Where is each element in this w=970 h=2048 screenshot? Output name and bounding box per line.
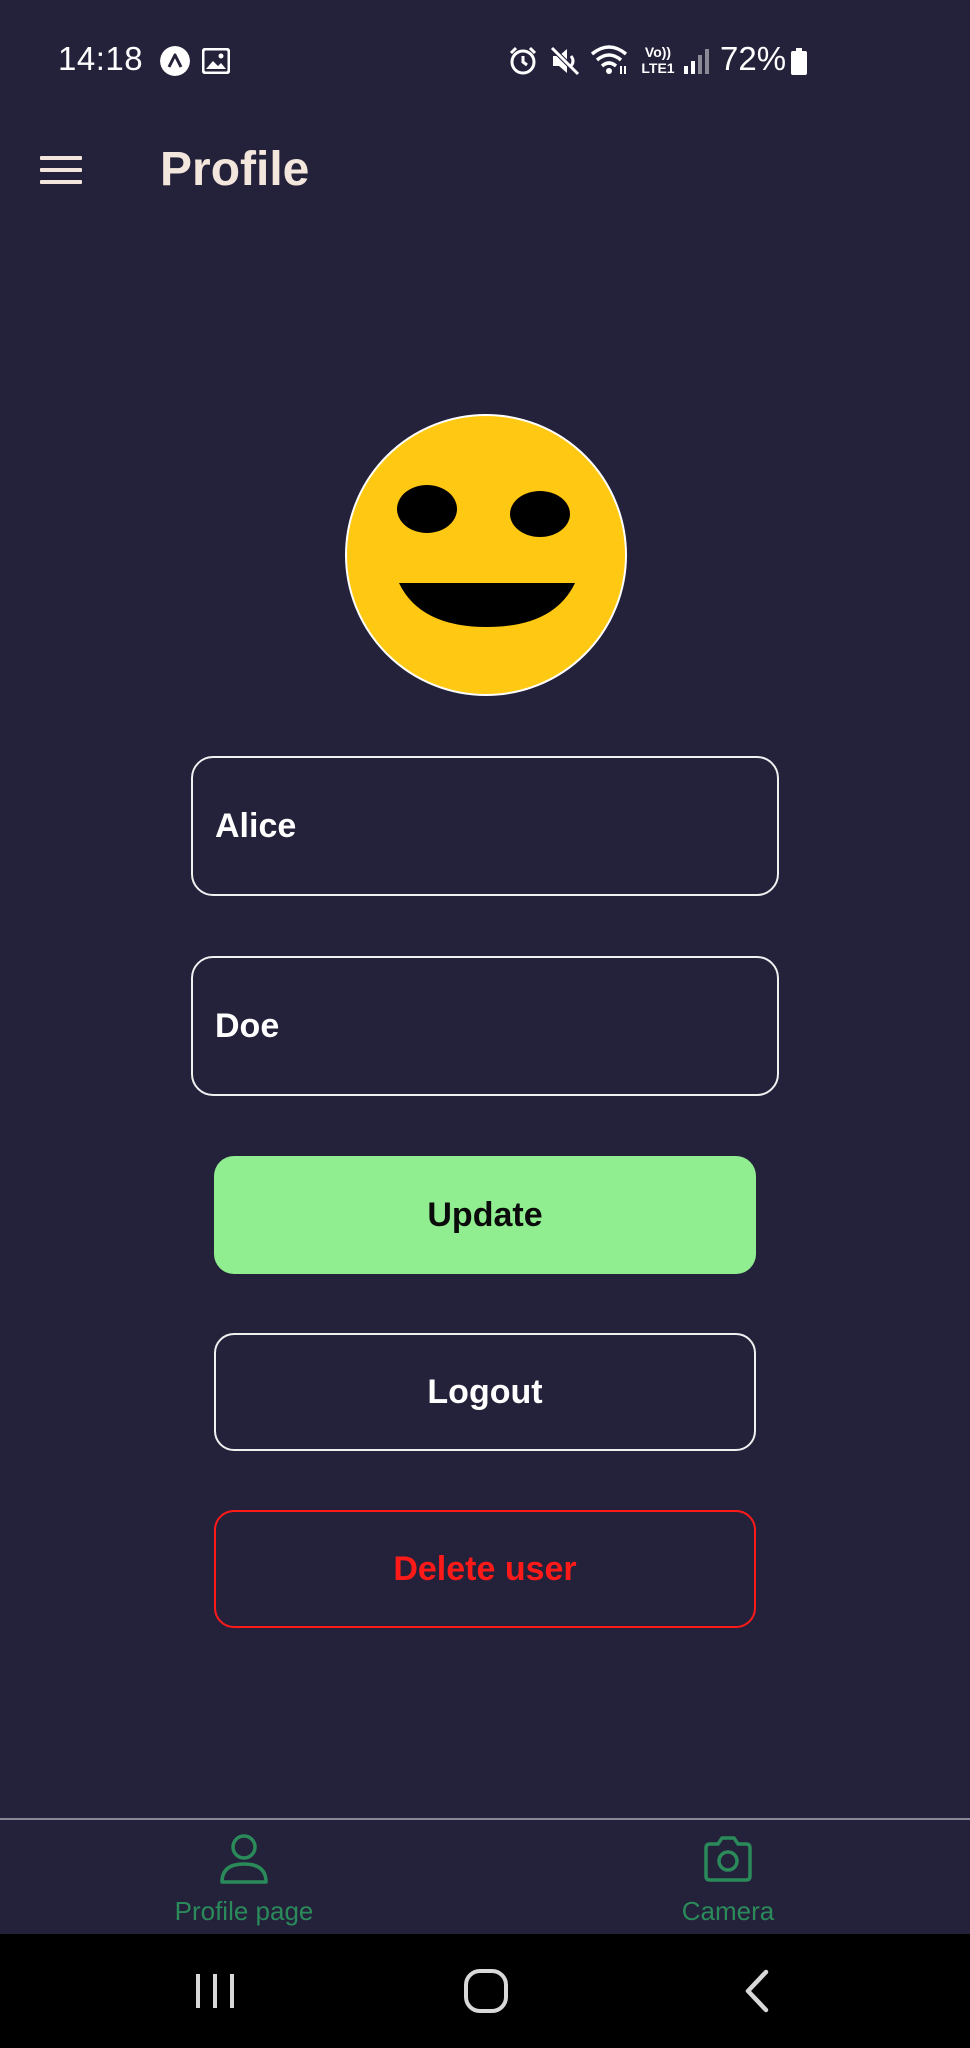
nav-item-profile-page[interactable]: Profile page bbox=[114, 1832, 374, 1932]
signal-icon bbox=[684, 49, 709, 74]
battery-percent: 72% bbox=[720, 40, 787, 77]
app-notification-icon bbox=[160, 46, 190, 76]
mute-icon bbox=[550, 46, 580, 76]
system-navigation-bar bbox=[0, 1934, 970, 2048]
nav-label-profile-page: Profile page bbox=[174, 1896, 314, 1926]
wifi-icon bbox=[590, 45, 628, 74]
first-name-field[interactable] bbox=[191, 756, 779, 896]
profile-screen: 14:18 Vo)) LTE1 72% Profile Alice Doe Up… bbox=[0, 0, 970, 2048]
gallery-icon bbox=[202, 48, 230, 74]
last-name-field[interactable] bbox=[191, 956, 779, 1096]
home-icon[interactable] bbox=[456, 1964, 516, 2018]
recent-apps-icon[interactable] bbox=[185, 1964, 245, 2018]
update-button[interactable]: Update bbox=[214, 1156, 756, 1274]
camera-icon bbox=[704, 1836, 752, 1882]
logout-button[interactable]: Logout bbox=[214, 1333, 756, 1451]
status-time: 14:18 bbox=[58, 40, 144, 77]
nav-label-camera: Camera bbox=[681, 1896, 775, 1926]
bottom-navigation: Profile page Camera bbox=[0, 1818, 970, 1934]
delete-user-button[interactable]: Delete user bbox=[214, 1510, 756, 1628]
nav-item-camera[interactable]: Camera bbox=[598, 1832, 858, 1932]
status-bar: 14:18 Vo)) LTE1 72% bbox=[0, 0, 970, 120]
app-bar: Profile bbox=[0, 120, 970, 220]
back-icon[interactable] bbox=[728, 1964, 788, 2018]
person-icon bbox=[220, 1834, 268, 1884]
smiley-face-avatar[interactable] bbox=[344, 413, 628, 697]
hamburger-menu-icon[interactable] bbox=[38, 150, 84, 190]
page-title: Profile bbox=[160, 143, 310, 196]
battery-icon bbox=[791, 48, 807, 75]
alarm-icon bbox=[509, 46, 537, 75]
lte-icon: Vo)) LTE1 bbox=[641, 44, 675, 76]
